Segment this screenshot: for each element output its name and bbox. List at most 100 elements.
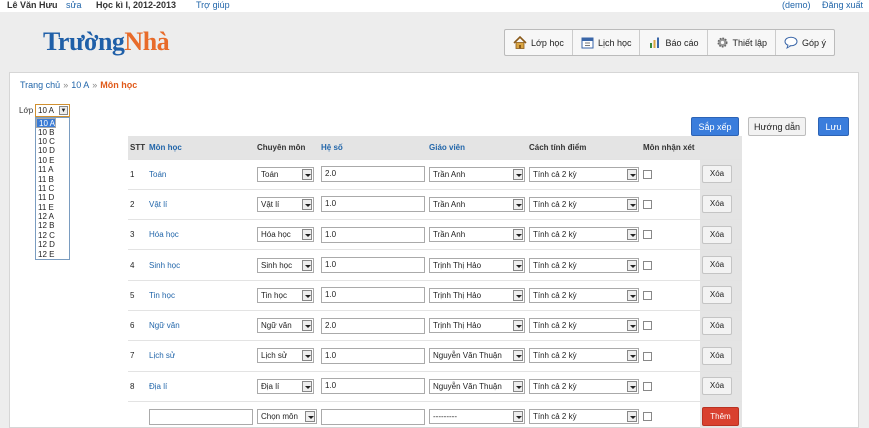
- specialty-select[interactable]: Tin học: [257, 287, 314, 303]
- teacher-select[interactable]: Nguyễn Văn Thuận: [429, 348, 525, 364]
- teacher-select[interactable]: Trần Anh: [429, 196, 525, 212]
- header-coefficient[interactable]: Hệ số: [319, 136, 427, 159]
- logo[interactable]: TrườngNhà: [43, 27, 170, 57]
- comment-subject-checkbox[interactable]: [643, 381, 652, 391]
- class-option[interactable]: 12 B: [36, 221, 69, 230]
- comment-subject-checkbox[interactable]: [643, 169, 652, 179]
- grading-method-select[interactable]: Tính cả 2 kỳ: [529, 166, 639, 182]
- specialty-select[interactable]: Toán: [257, 166, 314, 182]
- coefficient-input[interactable]: 1.0: [321, 378, 425, 395]
- specialty-select[interactable]: Địa lí: [257, 378, 314, 394]
- grading-method-select[interactable]: Tính cả 2 kỳ: [529, 378, 639, 394]
- delete-button[interactable]: Xóa: [702, 286, 732, 305]
- new-specialty-select[interactable]: Chọn môn: [257, 409, 317, 425]
- delete-button[interactable]: Xóa: [702, 195, 732, 214]
- grading-method-select[interactable]: Tính cả 2 kỳ: [529, 227, 639, 243]
- class-option[interactable]: 11 D: [36, 193, 69, 202]
- subject-link[interactable]: Hóa học: [147, 220, 255, 250]
- header-subject[interactable]: Môn học: [147, 136, 255, 159]
- specialty-select[interactable]: Lịch sử: [257, 348, 314, 364]
- class-option[interactable]: 12 C: [36, 231, 69, 240]
- grading-method-select[interactable]: Tính cả 2 kỳ: [529, 257, 639, 273]
- logout-link[interactable]: Đăng xuất: [822, 0, 863, 10]
- class-option[interactable]: 10 E: [36, 156, 69, 165]
- class-option[interactable]: 11 E: [36, 203, 69, 212]
- menu-item-feedback[interactable]: Góp ý: [776, 30, 834, 55]
- comment-subject-checkbox[interactable]: [643, 351, 652, 361]
- new-coefficient-input[interactable]: [321, 408, 425, 425]
- edit-profile-link[interactable]: sửa: [66, 0, 82, 10]
- teacher-select[interactable]: Trần Anh: [429, 227, 525, 243]
- class-option[interactable]: 11 C: [36, 184, 69, 193]
- chevron-down-icon: [627, 168, 637, 180]
- demo-link[interactable]: (demo): [782, 0, 811, 10]
- delete-button[interactable]: Xóa: [702, 256, 732, 275]
- add-button[interactable]: Thêm: [702, 407, 739, 427]
- new-comment-subject-checkbox[interactable]: [643, 412, 652, 422]
- menu-item-schedule[interactable]: Lịch học: [573, 30, 641, 55]
- comment-subject-checkbox[interactable]: [643, 321, 652, 331]
- class-option[interactable]: 10 C: [36, 137, 69, 146]
- subject-link[interactable]: Địa lí: [147, 371, 255, 401]
- delete-button[interactable]: Xóa: [702, 377, 732, 396]
- header-teacher[interactable]: Giáo viên: [427, 136, 527, 159]
- menu-item-settings[interactable]: Thiết lập: [708, 30, 777, 55]
- sort-button[interactable]: Sắp xếp: [691, 117, 739, 136]
- comment-subject-checkbox[interactable]: [643, 230, 652, 240]
- comment-subject-checkbox[interactable]: [643, 260, 652, 270]
- coefficient-input[interactable]: 1.0: [321, 257, 425, 274]
- coefficient-input[interactable]: 1.0: [321, 287, 425, 304]
- delete-button[interactable]: Xóa: [702, 346, 732, 365]
- subject-link[interactable]: Sinh học: [147, 250, 255, 280]
- grading-method-select[interactable]: Tính cả 2 kỳ: [529, 348, 639, 364]
- delete-button[interactable]: Xóa: [702, 316, 732, 335]
- class-option[interactable]: 12 E: [36, 250, 69, 259]
- teacher-select[interactable]: Trịnh Thị Hảo: [429, 257, 525, 273]
- teacher-select[interactable]: Nguyễn Văn Thuận: [429, 378, 525, 394]
- new-grading-method-select[interactable]: Tính cả 2 kỳ: [529, 409, 639, 425]
- subject-link[interactable]: Vật lí: [147, 189, 255, 219]
- new-subject-input[interactable]: [149, 408, 253, 425]
- delete-button[interactable]: Xóa: [702, 225, 732, 244]
- class-select[interactable]: 10 A ▼: [35, 104, 70, 117]
- gear-icon: [717, 37, 727, 48]
- comment-subject-checkbox[interactable]: [643, 200, 652, 210]
- grading-method-select[interactable]: Tính cả 2 kỳ: [529, 196, 639, 212]
- specialty-select[interactable]: Hóa học: [257, 227, 314, 243]
- menu-item-classes[interactable]: Lớp học: [505, 30, 573, 55]
- grading-method-select[interactable]: Tính cả 2 kỳ: [529, 318, 639, 334]
- specialty-select[interactable]: Ngữ văn: [257, 318, 314, 334]
- coefficient-input[interactable]: 1.0: [321, 347, 425, 364]
- class-option[interactable]: 10 D: [36, 146, 69, 155]
- coefficient-input[interactable]: 2.0: [321, 166, 425, 183]
- save-button[interactable]: Lưu: [818, 117, 849, 136]
- class-option[interactable]: 11 B: [36, 175, 69, 184]
- subject-link[interactable]: Tin học: [147, 280, 255, 310]
- coefficient-input[interactable]: 1.0: [321, 196, 425, 213]
- header-specialty: Chuyên môn: [257, 142, 306, 152]
- specialty-select[interactable]: Vật lí: [257, 196, 314, 212]
- teacher-select[interactable]: Trịnh Thị Hảo: [429, 287, 525, 303]
- class-option[interactable]: 11 A: [36, 165, 69, 174]
- menu-item-reports[interactable]: Báo cáo: [640, 30, 708, 55]
- guide-button[interactable]: Hướng dẫn: [748, 117, 806, 136]
- new-teacher-select[interactable]: ---------: [429, 409, 525, 425]
- teacher-select[interactable]: Trịnh Thị Hảo: [429, 318, 525, 334]
- breadcrumb-class[interactable]: 10 A: [71, 80, 89, 90]
- specialty-select[interactable]: Sinh học: [257, 257, 314, 273]
- help-link[interactable]: Trợ giúp: [196, 0, 230, 10]
- subject-link[interactable]: Lịch sử: [147, 341, 255, 371]
- grading-method-select[interactable]: Tính cả 2 kỳ: [529, 287, 639, 303]
- coefficient-input[interactable]: 1.0: [321, 226, 425, 243]
- coefficient-input[interactable]: 2.0: [321, 317, 425, 334]
- teacher-select[interactable]: Trần Anh: [429, 166, 525, 182]
- class-option[interactable]: 12 D: [36, 240, 69, 249]
- class-option[interactable]: 12 A: [36, 212, 69, 221]
- class-option[interactable]: 10 B: [36, 128, 69, 137]
- delete-button[interactable]: Xóa: [702, 165, 732, 184]
- subject-link[interactable]: Ngữ văn: [147, 310, 255, 340]
- comment-subject-checkbox[interactable]: [643, 291, 652, 301]
- breadcrumb-home[interactable]: Trang chủ: [20, 80, 60, 90]
- class-option[interactable]: 10 A: [36, 118, 57, 128]
- subject-link[interactable]: Toán: [147, 159, 255, 189]
